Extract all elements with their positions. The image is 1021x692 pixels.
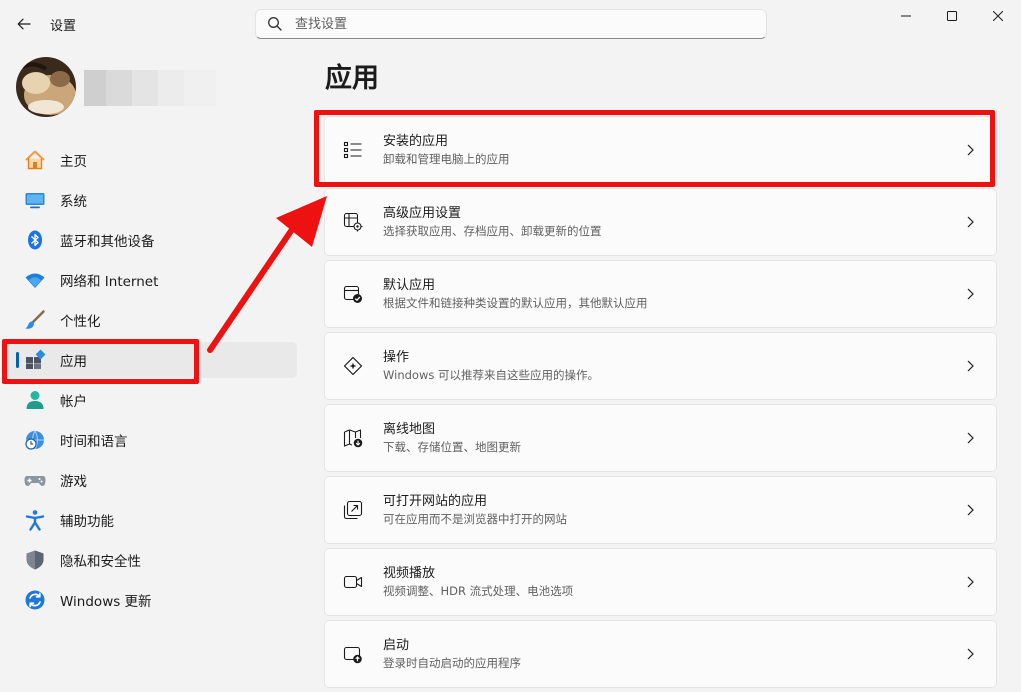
highlight-box-installed-apps [314, 110, 995, 187]
apps-for-websites-card[interactable]: 可打开网站的应用 可在应用而不是浏览器中打开的网站 [324, 476, 997, 544]
card-title: 可打开网站的应用 [383, 494, 488, 509]
sidebar-item-home[interactable]: 主页 [5, 142, 297, 178]
open-website-icon [342, 499, 364, 521]
globe-clock-icon [24, 429, 46, 451]
sidebar-item-network[interactable]: 网络和 Internet [5, 262, 297, 298]
startup-icon [342, 643, 364, 665]
chevron-right-icon [964, 215, 976, 229]
maximize-button[interactable] [929, 0, 975, 32]
card-title: 默认应用 [383, 278, 436, 293]
sidebar-item-label: 主页 [60, 154, 87, 170]
close-icon [993, 11, 1003, 21]
window-title: 设置 [50, 19, 77, 34]
sidebar-item-label: 游戏 [60, 474, 87, 490]
update-icon [24, 589, 46, 611]
card-title: 操作 [383, 350, 410, 365]
maximize-icon [947, 11, 957, 21]
sidebar-item-label: 隐私和安全性 [60, 554, 141, 570]
gamepad-icon [24, 469, 46, 491]
advanced-app-settings-card[interactable]: 高级应用设置 选择获取应用、存档应用、卸载更新的位置 [324, 188, 997, 256]
card-subtitle: 可在应用而不是浏览器中打开的网站 [383, 512, 567, 526]
chevron-right-icon [964, 647, 976, 661]
card-title: 离线地图 [383, 422, 436, 437]
card-subtitle: 下载、存储位置、地图更新 [383, 440, 521, 454]
default-apps-card[interactable]: 默认应用 根据文件和链接种类设置的默认应用，其他默认应用 [324, 260, 997, 328]
search-icon [267, 16, 283, 32]
minimize-icon [901, 15, 911, 17]
sidebar-item-privacy-security[interactable]: 隐私和安全性 [5, 542, 297, 578]
offline-maps-card[interactable]: 离线地图 下载、存储位置、地图更新 [324, 404, 997, 472]
shield-icon [24, 549, 46, 571]
chevron-right-icon [964, 503, 976, 517]
app-settings-icon [342, 211, 364, 233]
accessibility-icon [24, 509, 46, 531]
sidebar-item-label: 时间和语言 [60, 434, 128, 450]
actions-card[interactable]: 操作 Windows 可以推荐来自这些应用的操作。 [324, 332, 997, 400]
card-title: 视频播放 [383, 566, 436, 581]
sidebar-item-label: 个性化 [60, 314, 101, 330]
video-camera-icon [342, 571, 364, 593]
sidebar-item-label: 蓝牙和其他设备 [60, 234, 155, 250]
sidebar-item-label: 帐户 [60, 394, 87, 410]
sidebar-item-personalization[interactable]: 个性化 [5, 302, 297, 338]
sidebar-item-label: Windows 更新 [60, 594, 152, 610]
search-input[interactable] [293, 15, 737, 33]
sidebar-item-gaming[interactable]: 游戏 [5, 462, 297, 498]
page-title: 应用 [325, 63, 379, 94]
minimize-button[interactable] [883, 0, 929, 32]
card-subtitle: 视频调整、HDR 流式处理、电池选项 [383, 584, 574, 598]
sidebar-item-label: 系统 [60, 194, 87, 210]
sidebar-item-windows-update[interactable]: Windows 更新 [5, 582, 297, 618]
system-display-icon [24, 189, 46, 211]
card-subtitle: Windows 可以推荐来自这些应用的操作。 [383, 368, 599, 382]
highlight-box-apps-nav [2, 339, 199, 384]
chevron-right-icon [964, 575, 976, 589]
offline-map-icon [342, 427, 364, 449]
video-playback-card[interactable]: 视频播放 视频调整、HDR 流式处理、电池选项 [324, 548, 997, 616]
close-button[interactable] [975, 0, 1021, 32]
sidebar-item-accessibility[interactable]: 辅助功能 [5, 502, 297, 538]
back-arrow-icon [17, 18, 31, 30]
card-title: 高级应用设置 [383, 206, 462, 221]
chevron-right-icon [964, 431, 976, 445]
sidebar-item-system[interactable]: 系统 [5, 182, 297, 218]
card-subtitle: 根据文件和链接种类设置的默认应用，其他默认应用 [383, 296, 648, 310]
chevron-right-icon [964, 359, 976, 373]
bluetooth-icon [24, 229, 46, 251]
account-icon [24, 389, 46, 411]
sidebar-item-bluetooth[interactable]: 蓝牙和其他设备 [5, 222, 297, 258]
card-subtitle: 选择获取应用、存档应用、卸载更新的位置 [383, 224, 602, 238]
home-icon [24, 149, 46, 171]
sidebar-item-label: 网络和 Internet [60, 274, 159, 290]
avatar[interactable] [16, 57, 76, 117]
settings-list: 安装的应用 卸载和管理电脑上的应用 高级应用设置 选择获取应用、存档应用、卸载更… [324, 116, 997, 692]
startup-card[interactable]: 启动 登录时自动启动的应用程序 [324, 620, 997, 688]
chevron-right-icon [964, 287, 976, 301]
default-apps-icon [342, 283, 364, 305]
sidebar-item-time-language[interactable]: 时间和语言 [5, 422, 297, 458]
sidebar-item-label: 辅助功能 [60, 514, 114, 530]
back-button[interactable] [10, 10, 38, 38]
search-box[interactable] [255, 9, 767, 39]
card-subtitle: 登录时自动启动的应用程序 [383, 656, 521, 670]
sidebar-item-accounts[interactable]: 帐户 [5, 382, 297, 418]
card-title: 启动 [383, 638, 410, 653]
user-name-blurred [84, 70, 216, 106]
wifi-icon [24, 269, 46, 291]
actions-icon [342, 355, 364, 377]
paintbrush-icon [24, 309, 46, 331]
